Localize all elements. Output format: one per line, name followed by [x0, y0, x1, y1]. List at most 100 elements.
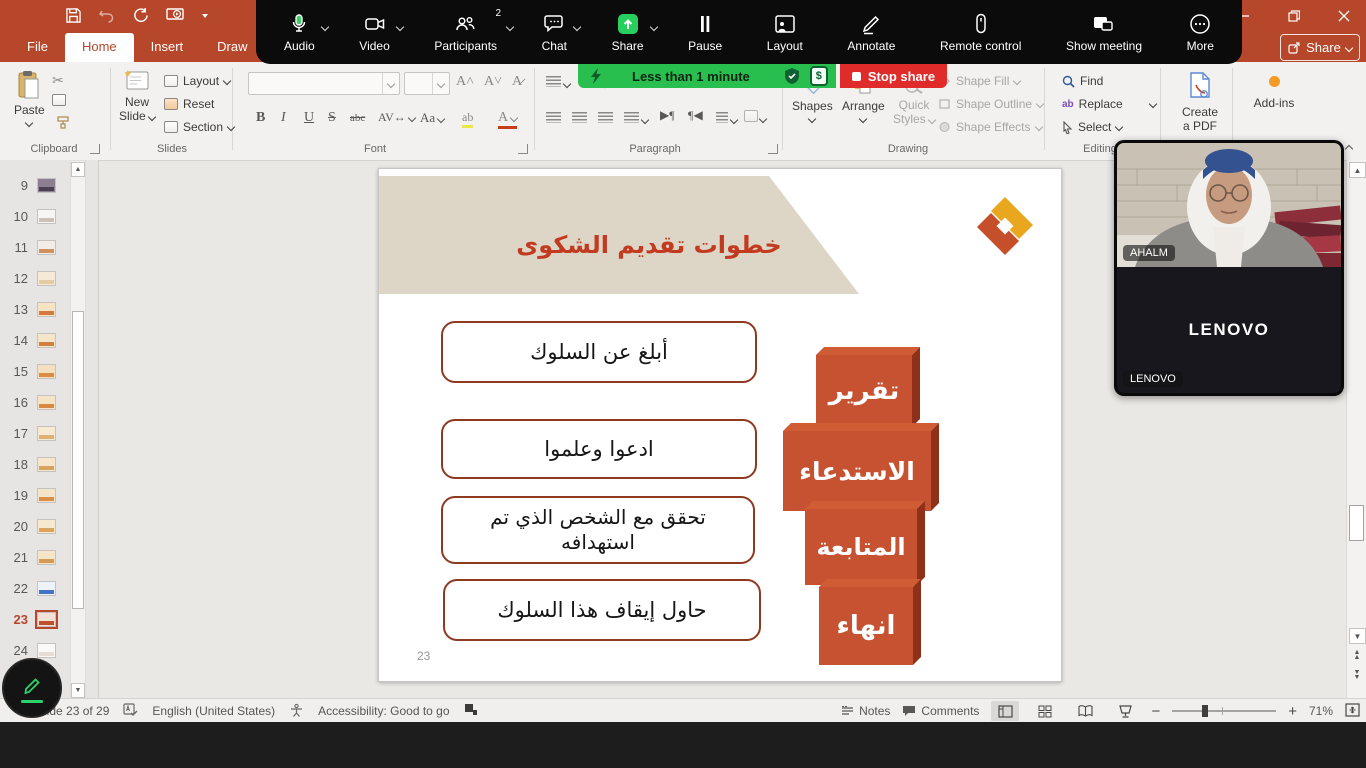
participants-button[interactable]: 2 Participants	[434, 12, 497, 53]
restore-button[interactable]	[1280, 4, 1308, 28]
redo-icon[interactable]	[133, 8, 148, 23]
addins-button[interactable]: Add-ins	[1248, 76, 1300, 110]
align-left-icon[interactable]	[546, 112, 561, 126]
slide-box-3[interactable]: تحقق مع الشخص الذي تم استهدافه	[441, 496, 755, 564]
slide-box-2[interactable]: ادعوا وعلموا	[441, 419, 757, 479]
zoom-slider[interactable]	[1172, 710, 1276, 712]
participant-video-tile[interactable]: LENOVO LENOVO	[1117, 267, 1341, 393]
scroll-down-icon[interactable]: ▼	[1349, 628, 1366, 644]
font-name-input[interactable]	[248, 72, 400, 95]
italic-button[interactable]: I	[281, 110, 286, 126]
start-presentation-icon[interactable]	[166, 8, 184, 23]
normal-view-button[interactable]	[991, 701, 1019, 721]
chat-button[interactable]: Chat	[542, 12, 567, 53]
accessibility-icon[interactable]	[289, 703, 304, 720]
shape-effects-button[interactable]: Shape Effects	[938, 120, 1042, 134]
accessibility-status[interactable]: Accessibility: Good to go	[318, 704, 449, 718]
thumbnail-preview[interactable]	[37, 457, 56, 472]
scroll-up-icon[interactable]: ▲	[71, 162, 85, 177]
notes-button[interactable]: Notes	[841, 704, 890, 718]
bullets-icon[interactable]	[546, 76, 570, 90]
thumbnail-preview[interactable]	[37, 395, 56, 410]
scrollbar-thumb[interactable]	[1349, 505, 1364, 541]
shape-fill-button[interactable]: Shape Fill	[938, 74, 1020, 88]
chevron-down-icon[interactable]	[320, 22, 328, 30]
character-spacing-button[interactable]: AV↔	[378, 110, 415, 125]
zoom-out-button[interactable]: −	[1151, 703, 1160, 720]
undo-icon[interactable]	[99, 9, 115, 23]
strikethrough-button[interactable]: S	[328, 110, 336, 126]
scroll-down-icon[interactable]: ▼	[71, 683, 85, 698]
language-indicator[interactable]: English (United States)	[152, 704, 275, 718]
show-meeting-button[interactable]: Show meeting	[1066, 12, 1142, 53]
zoom-in-button[interactable]: +	[1288, 703, 1297, 720]
customize-qat-icon[interactable]	[202, 14, 208, 18]
reading-view-button[interactable]	[1071, 701, 1099, 721]
brick-report[interactable]: تقرير	[816, 355, 912, 427]
thumbnail-preview[interactable]	[37, 240, 56, 255]
paste-button[interactable]: Paste	[14, 70, 45, 126]
next-slide-button[interactable]: ▼▼	[1350, 670, 1364, 680]
cut-icon[interactable]: ✂	[52, 72, 64, 89]
shrink-font-icon[interactable]: A˅	[484, 74, 502, 90]
slideshow-view-button[interactable]	[1111, 701, 1139, 721]
chevron-down-icon[interactable]	[649, 22, 657, 30]
slide-box-4[interactable]: حاول إيقاف هذا السلوك	[443, 579, 761, 641]
zoom-slider-thumb[interactable]	[1202, 705, 1208, 717]
zoom-annotate-fab[interactable]	[2, 658, 62, 718]
font-color-button[interactable]: A	[498, 110, 517, 129]
find-button[interactable]: Find	[1062, 74, 1103, 88]
chevron-down-icon[interactable]	[396, 22, 404, 30]
zoom-level[interactable]: 71%	[1309, 704, 1333, 718]
clipboard-dialog-launcher[interactable]	[90, 144, 100, 154]
chevron-down-icon[interactable]	[573, 22, 581, 30]
zoom-video-panel[interactable]: AHALM LENOVO LENOVO	[1114, 140, 1344, 396]
participant-video-tile[interactable]: AHALM	[1117, 143, 1341, 267]
align-center-icon[interactable]	[572, 112, 587, 126]
close-button[interactable]	[1330, 4, 1358, 28]
slide-sorter-view-button[interactable]	[1031, 701, 1059, 721]
ppt-share-button[interactable]: Share	[1280, 34, 1360, 61]
thumbnail-preview[interactable]	[37, 612, 56, 627]
annotate-button[interactable]: Annotate	[847, 12, 895, 53]
stop-share-button[interactable]: Stop share	[840, 64, 947, 88]
columns-icon[interactable]	[716, 112, 737, 126]
brick-ending[interactable]: انهاء	[819, 587, 913, 665]
share-screen-button[interactable]: Share	[612, 12, 644, 53]
payment-badge[interactable]: $	[810, 66, 828, 86]
remote-control-button[interactable]: Remote control	[940, 12, 1021, 53]
replace-button[interactable]: abReplace	[1062, 97, 1156, 111]
chevron-down-icon[interactable]	[506, 22, 514, 30]
thumbnail-preview[interactable]	[37, 426, 56, 441]
tab-home[interactable]: Home	[65, 33, 134, 62]
clear-formatting-icon[interactable]: A̷	[512, 74, 522, 90]
slide-layout-button[interactable]: Layout	[164, 74, 230, 88]
paragraph-dialog-launcher[interactable]	[768, 144, 778, 154]
reset-button[interactable]: Reset	[164, 97, 214, 111]
scroll-up-icon[interactable]: ▲	[1349, 162, 1366, 178]
tab-insert[interactable]: Insert	[134, 33, 201, 62]
underline-button[interactable]: U	[304, 110, 314, 126]
align-right-icon[interactable]	[598, 112, 613, 126]
collapse-ribbon-icon[interactable]	[1345, 145, 1353, 153]
strike-abc-button[interactable]: abc	[350, 112, 365, 124]
slide-title[interactable]: خطوات تقديم الشكوى	[439, 231, 859, 259]
thumbnail-preview[interactable]	[37, 178, 56, 193]
font-size-input[interactable]	[404, 72, 450, 95]
thumbnail-preview[interactable]	[37, 271, 56, 286]
previous-slide-button[interactable]: ▲▲	[1350, 650, 1364, 660]
thumbnail-scrollbar[interactable]: ▲ ▼	[70, 160, 86, 700]
slide-box-1[interactable]: أبلغ عن السلوك	[441, 321, 757, 383]
thumbnail-preview[interactable]	[37, 209, 56, 224]
pause-share-button[interactable]: Pause	[688, 12, 722, 53]
rtl-direction-icon[interactable]: ¶◀	[688, 108, 703, 123]
bold-button[interactable]: B	[256, 110, 265, 126]
save-icon[interactable]	[66, 8, 81, 23]
highlight-color-button[interactable]: ab	[462, 110, 473, 128]
font-dialog-launcher[interactable]	[518, 144, 528, 154]
thumbnail-preview[interactable]	[37, 550, 56, 565]
thumbnail-preview[interactable]	[37, 302, 56, 317]
format-painter-icon[interactable]	[56, 116, 70, 132]
change-case-button[interactable]: Aa	[420, 110, 444, 126]
vertical-scrollbar[interactable]: ▲ ▼ ▲▲ ▼▼	[1346, 160, 1366, 698]
